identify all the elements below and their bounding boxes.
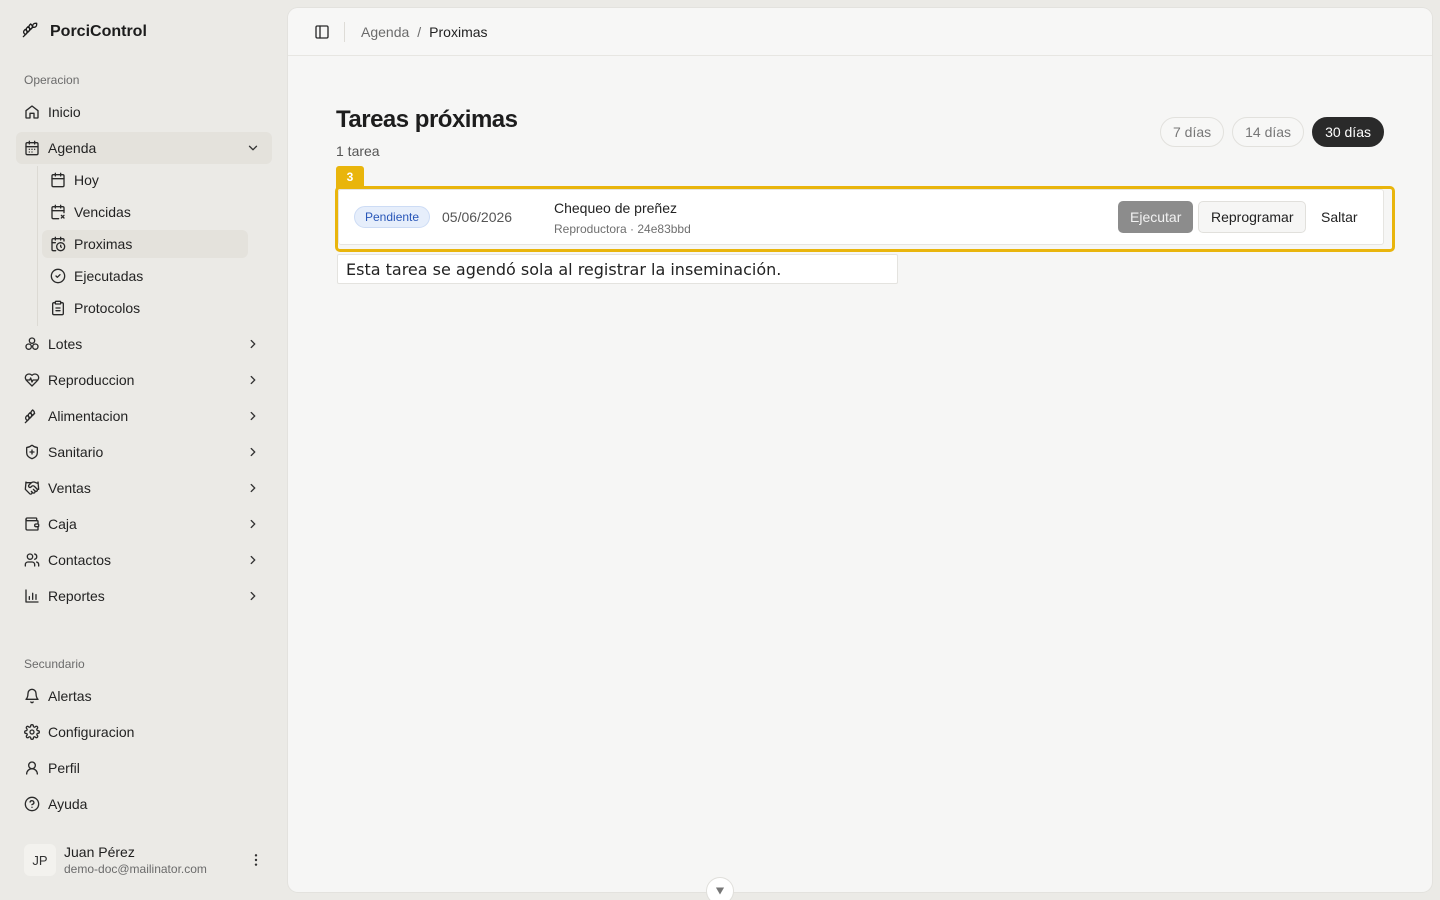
bell-icon bbox=[24, 688, 40, 704]
chevron-down-icon bbox=[713, 884, 727, 900]
chevron-right-icon bbox=[246, 373, 260, 387]
home-icon bbox=[24, 104, 40, 120]
handshake-icon bbox=[24, 480, 40, 496]
sidebar-item-label: Alertas bbox=[48, 688, 92, 704]
topbar: Agenda / Proximas bbox=[288, 8, 1432, 56]
sidebar-item-alertas[interactable]: Alertas bbox=[16, 680, 272, 712]
topbar-divider bbox=[344, 22, 345, 42]
scroll-down-button[interactable] bbox=[706, 877, 734, 900]
tooltip: Esta tarea se agendó sola al registrar l… bbox=[337, 254, 898, 284]
calendar-clock-icon bbox=[50, 236, 66, 252]
sidebar-item-reproduccion[interactable]: Reproduccion bbox=[16, 364, 272, 396]
sidebar-item-label: Agenda bbox=[48, 140, 97, 156]
heart-icon bbox=[24, 372, 40, 388]
chevron-right-icon bbox=[246, 589, 260, 603]
sidebar-toggle-icon[interactable] bbox=[314, 24, 330, 40]
chevron-right-icon bbox=[246, 553, 260, 567]
sidebar-item-label: Lotes bbox=[48, 336, 83, 352]
users-icon bbox=[24, 552, 40, 568]
chevron-right-icon bbox=[246, 517, 260, 531]
sidebar: PorciControl Operacion Inicio Agenda Hoy… bbox=[0, 0, 288, 900]
main-panel: Agenda / Proximas Tareas próximas 1 tare… bbox=[288, 8, 1432, 892]
check-circle-icon bbox=[50, 268, 66, 284]
calendar-x-icon bbox=[50, 204, 66, 220]
user-name: Juan Pérez bbox=[64, 844, 135, 860]
filter-7-days[interactable]: 7 días bbox=[1159, 117, 1225, 147]
submenu-guide-line bbox=[37, 166, 38, 326]
sidebar-item-label: Contactos bbox=[48, 552, 112, 568]
sidebar-item-caja[interactable]: Caja bbox=[16, 508, 272, 540]
sidebar-item-configuracion[interactable]: Configuracion bbox=[16, 716, 272, 748]
user-email: demo-doc@mailinator.com bbox=[64, 862, 207, 876]
sidebar-item-label: Ayuda bbox=[48, 796, 88, 812]
sidebar-item-inicio[interactable]: Inicio bbox=[16, 96, 272, 128]
calendar-icon bbox=[24, 140, 40, 156]
wheat-logo-icon bbox=[22, 22, 42, 42]
sidebar-subitem-ejecutadas[interactable]: Ejecutadas bbox=[42, 262, 248, 290]
sidebar-subitem-label: Hoy bbox=[74, 172, 99, 188]
lots-icon bbox=[24, 336, 40, 352]
task-count: 1 tarea bbox=[336, 143, 380, 159]
highlight-marker: 3 bbox=[336, 166, 364, 188]
shield-icon bbox=[24, 444, 40, 460]
chevron-right-icon bbox=[246, 445, 260, 459]
sidebar-item-perfil[interactable]: Perfil bbox=[16, 752, 272, 784]
user-menu[interactable]: JP Juan Pérez demo-doc@mailinator.com bbox=[16, 836, 272, 884]
help-circle-icon bbox=[24, 796, 40, 812]
sidebar-subitem-hoy[interactable]: Hoy bbox=[42, 166, 248, 194]
chevron-right-icon bbox=[246, 337, 260, 351]
sidebar-item-contactos[interactable]: Contactos bbox=[16, 544, 272, 576]
more-vertical-icon[interactable] bbox=[248, 852, 264, 868]
chevron-down-icon bbox=[246, 141, 260, 155]
sidebar-subitem-protocolos[interactable]: Protocolos bbox=[42, 294, 248, 322]
breadcrumb: Agenda / Proximas bbox=[361, 24, 488, 40]
sidebar-subitem-label: Protocolos bbox=[74, 300, 141, 316]
highlight-outline bbox=[335, 186, 1395, 252]
sidebar-item-label: Inicio bbox=[48, 104, 81, 120]
sidebar-item-ayuda[interactable]: Ayuda bbox=[16, 788, 272, 820]
sidebar-item-sanitario[interactable]: Sanitario bbox=[16, 436, 272, 468]
range-filters: 7 días 14 días 30 días bbox=[1159, 117, 1384, 147]
breadcrumb-separator: / bbox=[417, 24, 422, 40]
calendar-day-icon bbox=[50, 172, 66, 188]
clipboard-icon bbox=[50, 300, 66, 316]
breadcrumb-agenda[interactable]: Agenda bbox=[361, 24, 409, 40]
sidebar-subitem-label: Proximas bbox=[74, 236, 133, 252]
sidebar-item-label: Alimentacion bbox=[48, 408, 129, 424]
sidebar-subitem-proximas[interactable]: Proximas bbox=[42, 230, 248, 258]
wallet-icon bbox=[24, 516, 40, 532]
bar-chart-icon bbox=[24, 588, 40, 604]
sidebar-item-label: Sanitario bbox=[48, 444, 104, 460]
sidebar-item-label: Reproduccion bbox=[48, 372, 135, 388]
sidebar-subitem-vencidas[interactable]: Vencidas bbox=[42, 198, 248, 226]
brand[interactable]: PorciControl bbox=[22, 20, 147, 44]
sidebar-item-reportes[interactable]: Reportes bbox=[16, 580, 272, 612]
app-name: PorciControl bbox=[50, 23, 147, 40]
sidebar-subitem-label: Vencidas bbox=[74, 204, 131, 220]
filter-14-days[interactable]: 14 días bbox=[1232, 117, 1305, 147]
page-title: Tareas próximas bbox=[336, 106, 518, 133]
filter-30-days[interactable]: 30 días bbox=[1312, 117, 1384, 147]
user-icon bbox=[24, 760, 40, 776]
section-label-operacion: Operacion bbox=[24, 73, 80, 87]
avatar: JP bbox=[24, 844, 56, 876]
sidebar-item-ventas[interactable]: Ventas bbox=[16, 472, 272, 504]
section-label-secundario: Secundario bbox=[24, 657, 85, 671]
chevron-right-icon bbox=[246, 481, 260, 495]
breadcrumb-current: Proximas bbox=[429, 24, 488, 40]
gear-icon bbox=[24, 724, 40, 740]
sidebar-item-label: Reportes bbox=[48, 588, 105, 604]
wheat-icon bbox=[24, 408, 40, 424]
chevron-right-icon bbox=[246, 409, 260, 423]
sidebar-item-alimentacion[interactable]: Alimentacion bbox=[16, 400, 272, 432]
sidebar-item-label: Configuracion bbox=[48, 724, 135, 740]
sidebar-item-label: Perfil bbox=[48, 760, 80, 776]
sidebar-item-label: Ventas bbox=[48, 480, 91, 496]
sidebar-item-lotes[interactable]: Lotes bbox=[16, 328, 272, 360]
sidebar-subitem-label: Ejecutadas bbox=[74, 268, 144, 284]
sidebar-item-label: Caja bbox=[48, 516, 77, 532]
sidebar-item-agenda[interactable]: Agenda bbox=[16, 132, 272, 164]
